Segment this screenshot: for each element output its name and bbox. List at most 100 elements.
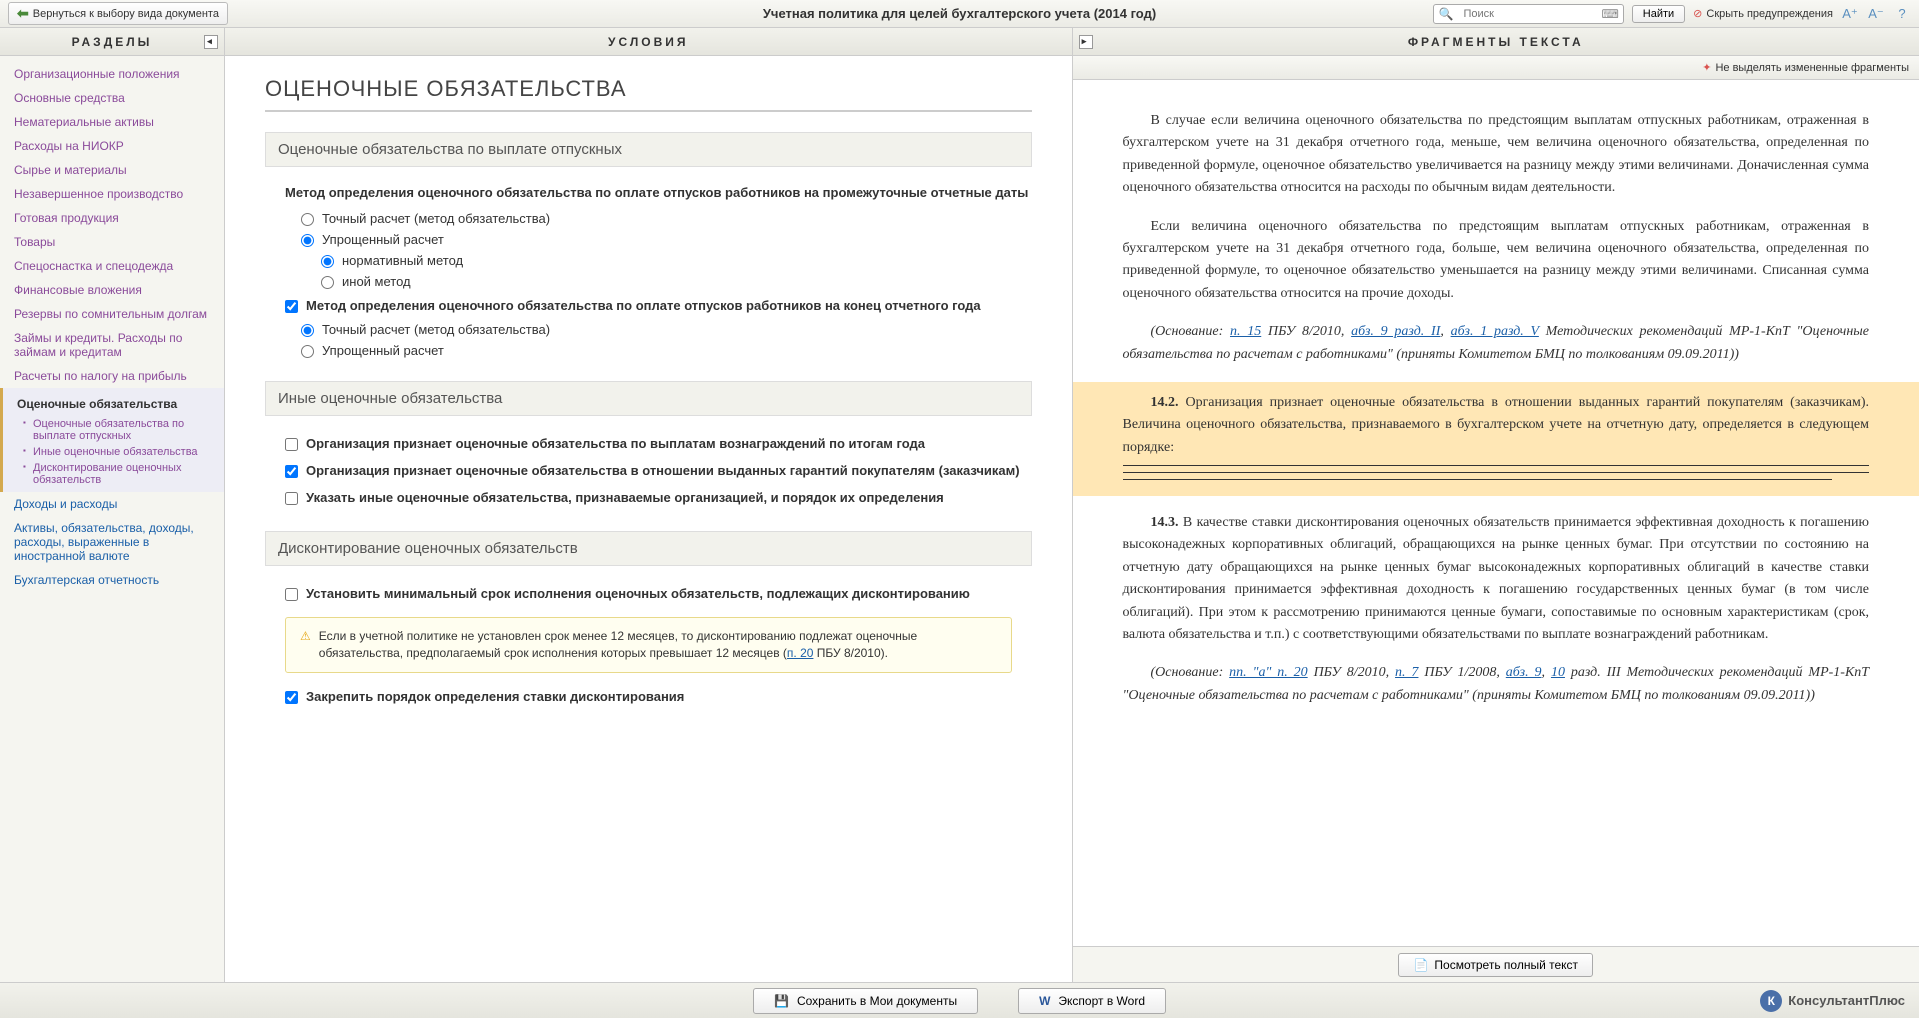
warning-off-icon: ⊘ [1693,7,1702,20]
fill-line [1123,465,1870,466]
highlight-toggle-label: Не выделять измененные фрагменты [1715,62,1909,74]
option-label: иной метод [342,274,411,289]
reference-link[interactable]: п. 15 [1230,324,1261,339]
clause-number: 14.3. [1151,515,1179,530]
conditions-header: УСЛОВИЯ [225,28,1072,56]
checkbox-label: Установить минимальный срок исполнения о… [306,586,970,601]
font-decrease-icon[interactable]: A⁻ [1867,5,1885,23]
logo-icon: К [1760,990,1782,1012]
checkbox-question: Метод определения оценочного обязательст… [265,292,1032,319]
conditions-body: ОЦЕНОЧНЫЕ ОБЯЗАТЕЛЬСТВА Оценочные обязат… [225,56,1072,982]
radio-input[interactable] [321,276,334,289]
sidebar-item[interactable]: Расходы на НИОКР [0,134,224,158]
fill-line [1123,479,1832,480]
document-icon: 📄 [1413,958,1428,972]
sidebar-item[interactable]: Расчеты по налогу на прибыль [0,364,224,388]
reference-link[interactable]: 10 [1551,665,1565,680]
sidebar-collapse-button[interactable]: ◂ [204,35,218,49]
checkbox-input[interactable] [285,691,298,704]
sidebar-item[interactable]: Сырье и материалы [0,158,224,182]
sidebar-item[interactable]: Доходы и расходы [0,492,224,516]
checkbox-row[interactable]: Организация признает оценочные обязатель… [265,430,1032,457]
back-label: Вернуться к выбору вида документа [33,8,219,20]
text-paragraph: 14.3. В качестве ставки дисконтирования … [1123,512,1870,646]
font-increase-icon[interactable]: A⁺ [1841,5,1859,23]
sidebar-item-active[interactable]: Оценочные обязательства [3,392,224,416]
find-button[interactable]: Найти [1632,5,1685,23]
sidebar-item[interactable]: Незавершенное производство [0,182,224,206]
fragments-toolbar: ✦ Не выделять измененные фрагменты [1073,56,1919,80]
export-word-button[interactable]: W Экспорт в Word [1018,988,1166,1014]
checkbox-row[interactable]: Установить минимальный срок исполнения о… [265,580,1032,607]
checkbox-row[interactable]: Указать иные оценочные обязательства, пр… [265,484,1032,511]
clause-number: 14.2. [1151,395,1179,410]
section-header: Иные оценочные обязательства [265,381,1032,416]
view-full-text-button[interactable]: 📄 Посмотреть полный текст [1398,953,1593,977]
fragments-header: ▸ ФРАГМЕНТЫ ТЕКСТА [1073,28,1919,56]
hide-warnings-button[interactable]: ⊘ Скрыть предупреждения [1693,7,1833,20]
sidebar-item[interactable]: Товары [0,230,224,254]
radio-option[interactable]: Точный расчет (метод обязательства) [265,208,1032,229]
reference-link[interactable]: абз. 9 разд. II [1351,324,1440,339]
sidebar-item[interactable]: Займы и кредиты. Расходы по займам и кре… [0,326,224,364]
text-paragraph: В случае если величина оценочного обязат… [1123,110,1870,200]
checkbox-input[interactable] [285,465,298,478]
sidebar-subitem[interactable]: Оценочные обязательства по выплате отпус… [3,416,224,444]
reference-paragraph: (Основание: п. 15 ПБУ 8/2010, абз. 9 раз… [1123,321,1870,366]
bottom-bar: 💾 Сохранить в Мои документы W Экспорт в … [0,982,1919,1018]
sidebar-item[interactable]: Резервы по сомнительным долгам [0,302,224,326]
radio-input[interactable] [301,234,314,247]
section-header: Дисконтирование оценочных обязательств [265,531,1032,566]
warning-icon: ⚠ [300,628,311,662]
reference-link[interactable]: абз. 1 разд. V [1451,324,1539,339]
sidebar-item[interactable]: Активы, обязательства, доходы, расходы, … [0,516,224,568]
reference-link[interactable]: п. 20 [787,646,814,660]
checkbox-input[interactable] [285,492,298,505]
checkbox-label: Указать иные оценочные обязательства, пр… [306,490,944,505]
option-label: нормативный метод [342,253,463,268]
text-paragraph: Если величина оценочного обязательства п… [1123,216,1870,306]
checkbox-input[interactable] [285,438,298,451]
radio-option[interactable]: Точный расчет (метод обязательства) [265,319,1032,340]
radio-input[interactable] [321,255,334,268]
sidebar-item[interactable]: Бухгалтерская отчетность [0,568,224,592]
checkbox-input[interactable] [285,588,298,601]
sidebar-item[interactable]: Готовая продукция [0,206,224,230]
highlight-toggle[interactable]: ✦ Не выделять измененные фрагменты [1702,61,1909,74]
checkbox-row[interactable]: Организация признает оценочные обязатель… [265,457,1032,484]
search-box: 🔍 ⌨ [1433,4,1623,24]
sidebar-subitem[interactable]: Дисконтирование оценочных обязательств [3,460,224,488]
sidebar-item[interactable]: Спецоснастка и спецодежда [0,254,224,278]
sidebar-item[interactable]: Основные средства [0,86,224,110]
hide-warnings-label: Скрыть предупреждения [1706,8,1833,20]
radio-input[interactable] [301,213,314,226]
save-button[interactable]: 💾 Сохранить в Мои документы [753,988,978,1014]
reference-link[interactable]: п. 7 [1395,665,1418,680]
sidebar-item[interactable]: Организационные положения [0,62,224,86]
checkbox-row[interactable]: Закрепить порядок определения ставки дис… [265,683,1032,710]
sidebar-subitem[interactable]: Иные оценочные обязательства [3,444,224,460]
sidebar-active-group: Оценочные обязательства Оценочные обязат… [0,388,224,492]
sidebar-item[interactable]: Нематериальные активы [0,110,224,134]
sidebar-item[interactable]: Финансовые вложения [0,278,224,302]
radio-input[interactable] [301,345,314,358]
arrow-left-icon: ⬅ [17,5,29,22]
fill-line [1123,472,1870,473]
reference-link[interactable]: пп. "а" п. 20 [1229,665,1308,680]
checkbox-input[interactable] [285,300,298,313]
radio-input[interactable] [301,324,314,337]
search-input[interactable] [1457,8,1597,20]
radio-option[interactable]: иной метод [265,271,1032,292]
keyboard-icon[interactable]: ⌨ [1597,7,1622,21]
top-toolbar: ⬅ Вернуться к выбору вида документа Учет… [0,0,1919,28]
fragments-expand-button[interactable]: ▸ [1079,35,1093,49]
radio-option[interactable]: Упрощенный расчет [265,229,1032,250]
reference-link[interactable]: абз. 9 [1506,665,1542,680]
option-label: Точный расчет (метод обязательства) [322,211,550,226]
radio-option[interactable]: нормативный метод [265,250,1032,271]
reference-paragraph: (Основание: пп. "а" п. 20 ПБУ 8/2010, п.… [1123,662,1870,707]
help-icon[interactable]: ? [1893,5,1911,23]
radio-option[interactable]: Упрощенный расчет [265,340,1032,361]
option-label: Точный расчет (метод обязательства) [322,322,550,337]
back-button[interactable]: ⬅ Вернуться к выбору вида документа [8,2,228,25]
